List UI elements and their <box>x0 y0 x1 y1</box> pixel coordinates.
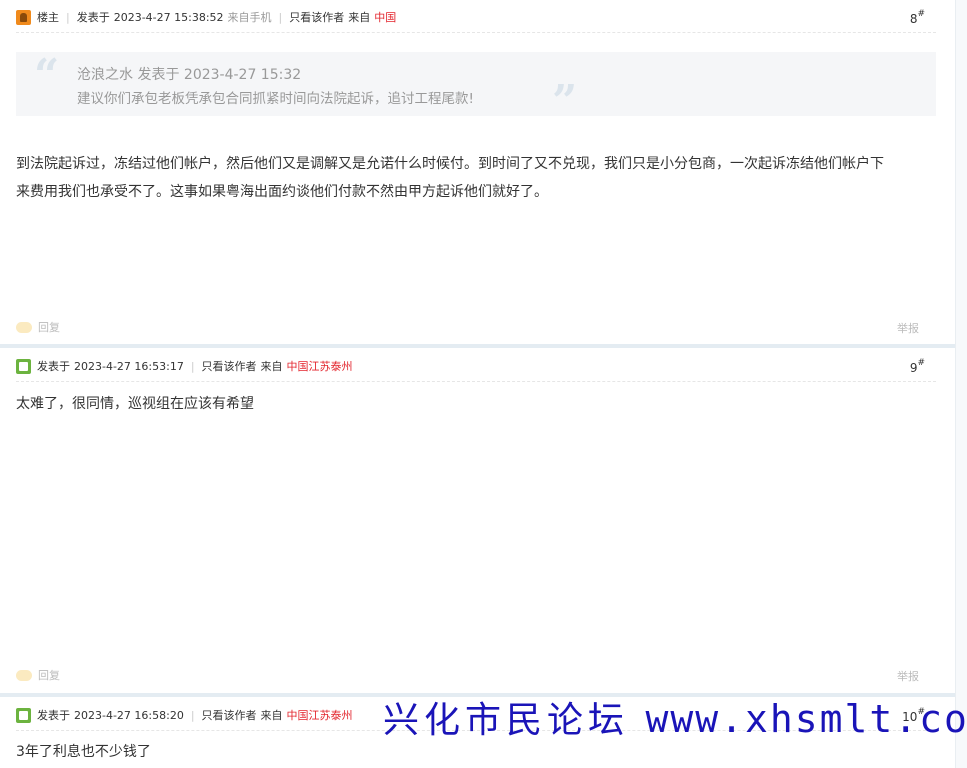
post-content: 到法院起诉过，冻结过他们帐户，然后他们又是调解又是允诺什么时候付。到时间了又不兑… <box>16 150 940 206</box>
post-source: 来自手机 <box>227 11 272 24</box>
open-quote-icon: “ <box>34 50 60 101</box>
posted-label: 发表于 <box>37 360 70 373</box>
louzhu-label: 楼主 <box>37 11 59 24</box>
meta-divider: | <box>190 359 195 373</box>
meta-divider: | <box>190 708 195 722</box>
reply-label: 回复 <box>38 669 60 682</box>
meta-divider: | <box>278 10 283 24</box>
report-link[interactable]: 举报 <box>897 320 919 336</box>
quote-datetime: 2023-4-27 15:32 <box>183 67 302 83</box>
post-meta: 楼主 | 发表于 2023-4-27 15:38:52 来自手机 | 只看该作者… <box>16 7 396 27</box>
from-label: 来自 <box>260 709 283 722</box>
post-content: 3年了利息也不少钱了 <box>16 744 151 760</box>
floor-number-link[interactable]: 8# <box>910 9 925 26</box>
reply-button[interactable]: 回复 <box>16 667 60 683</box>
reply-bubble-icon <box>16 321 32 333</box>
post-location: 中国江苏泰州 <box>286 709 353 722</box>
meta-divider-line <box>16 381 936 382</box>
floor-mark: # <box>917 9 925 19</box>
watermark-name: 兴化市民论坛 <box>383 700 630 741</box>
post-content-line: 到法院起诉过，冻结过他们帐户，然后他们又是调解又是允诺什么时候付。到时间了又不兑… <box>16 156 884 172</box>
only-author-link[interactable]: 只看该作者 <box>289 9 344 25</box>
post-location: 中国 <box>374 11 397 24</box>
post-location: 中国江苏泰州 <box>286 360 353 373</box>
quote-block: “ 沧浪之水 发表于 2023-4-27 15:32 建议你们承包老板凭承包合同… <box>16 50 936 124</box>
post-floor-9: 发表于 2023-4-27 16:53:17 | 只看该作者 来自 中国江苏泰州… <box>0 348 955 694</box>
quote-header: 沧浪之水 发表于 2023-4-27 15:32 <box>77 64 301 84</box>
only-author-link[interactable]: 只看该作者 <box>202 358 257 374</box>
post-datetime: 2023-4-27 16:58:20 <box>74 708 184 722</box>
floor-number-link[interactable]: 9# <box>910 358 925 375</box>
page-right-border <box>955 0 967 768</box>
from-label: 来自 <box>260 360 283 373</box>
quote-author: 沧浪之水 <box>77 67 133 83</box>
close-quote-icon: ” <box>552 76 578 127</box>
louzhu-badge-icon <box>16 9 31 25</box>
post-datetime: 2023-4-27 15:38:52 <box>113 10 224 24</box>
posted-label: 发表于 <box>76 11 110 24</box>
reply-button[interactable]: 回复 <box>16 319 60 335</box>
from-label: 来自 <box>348 11 371 24</box>
watermark-url: www.xhsmlt.com <box>645 697 967 741</box>
post-content-line: 来费用我们也承受不了。这事如果粤海出面约谈他们付款不然由甲方起诉他们就好了。 <box>16 184 548 200</box>
post-meta: 发表于 2023-4-27 16:53:17 | 只看该作者 来自 中国江苏泰州 <box>16 356 353 376</box>
reply-label: 回复 <box>38 321 60 334</box>
site-watermark: 兴化市民论坛 www.xhsmlt.com <box>383 700 967 739</box>
user-icon <box>16 358 31 374</box>
post-content: 太难了，很同情，巡视组在应该有希望 <box>16 396 254 412</box>
report-link[interactable]: 举报 <box>897 668 919 684</box>
floor-mark: # <box>917 358 925 368</box>
post-floor-8: 楼主 | 发表于 2023-4-27 15:38:52 来自手机 | 只看该作者… <box>0 0 955 345</box>
meta-divider-line <box>16 32 936 33</box>
user-icon <box>16 707 31 723</box>
reply-bubble-icon <box>16 669 32 681</box>
quote-posted-label: 发表于 <box>137 67 180 83</box>
only-author-link[interactable]: 只看该作者 <box>202 707 257 723</box>
post-datetime: 2023-4-27 16:53:17 <box>74 359 184 373</box>
meta-divider: | <box>66 10 70 24</box>
quote-text: 建议你们承包老板凭承包合同抓紧时间向法院起诉，追讨工程尾款! <box>77 91 474 107</box>
post-meta: 发表于 2023-4-27 16:58:20 | 只看该作者 来自 中国江苏泰州 <box>16 705 353 725</box>
posted-label: 发表于 <box>37 709 70 722</box>
